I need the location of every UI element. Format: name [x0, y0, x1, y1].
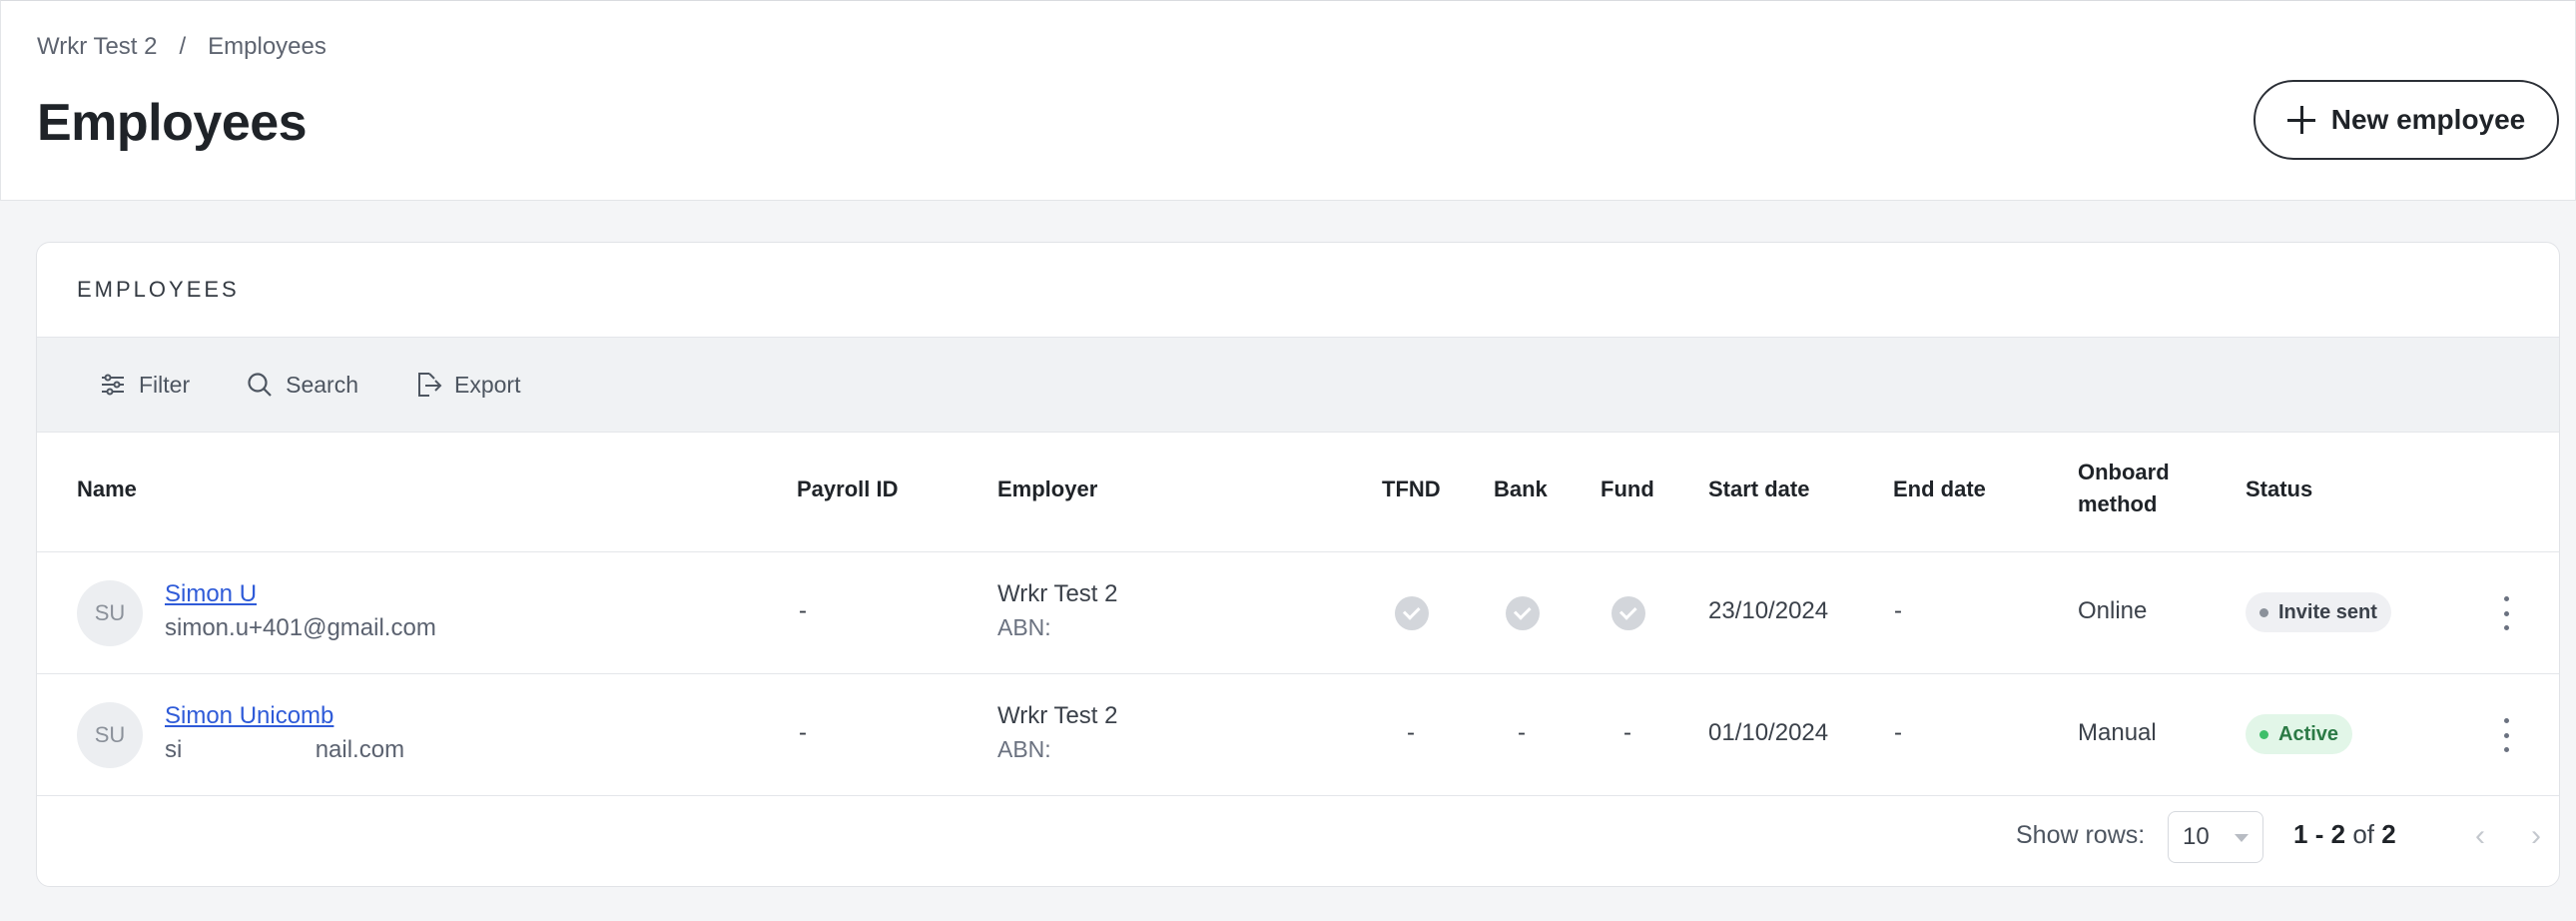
- pagination-range: 1 - 2 of 2: [2293, 819, 2396, 850]
- filter-button[interactable]: Filter: [99, 371, 190, 399]
- tfnd-value: -: [1407, 719, 1415, 746]
- column-employer[interactable]: Employer: [997, 473, 1097, 505]
- employees-card: EMPLOYEES Filter Search Export Name Payr…: [36, 242, 2560, 887]
- breadcrumb-parent[interactable]: Wrkr Test 2: [37, 33, 157, 61]
- table-row[interactable]: SU Simon Unicomb si nail.com - Wrkr Test…: [37, 674, 2559, 796]
- search-button[interactable]: Search: [246, 371, 358, 399]
- fund-check-icon: [1611, 596, 1645, 630]
- avatar: SU: [77, 580, 143, 646]
- breadcrumb-separator: /: [179, 33, 187, 60]
- onboard-method: Online: [2078, 597, 2148, 624]
- breadcrumb-current: Employees: [208, 33, 326, 60]
- range-dash: -: [2314, 819, 2324, 849]
- new-employee-label: New employee: [2330, 104, 2526, 135]
- column-onboard-line2: method: [2078, 491, 2158, 516]
- filter-label: Filter: [139, 371, 191, 398]
- column-end-date[interactable]: End date: [1893, 473, 1986, 505]
- employer-abn: ABN:: [997, 736, 1051, 762]
- employee-email: simon.u+401@gmail.com: [165, 614, 436, 641]
- range-total: 2: [2381, 819, 2396, 849]
- employee-name-link[interactable]: Simon Unicomb: [165, 702, 333, 730]
- status-badge: Active: [2246, 714, 2353, 754]
- employer-name: Wrkr Test 2: [997, 702, 1118, 729]
- page-title: Employees: [37, 94, 308, 152]
- bank-value: -: [1518, 719, 1526, 746]
- table-footer: Show rows: 10 1 - 2 of 2 ‹ ›: [37, 797, 2559, 886]
- show-rows-label: Show rows:: [2016, 821, 2146, 849]
- employer-name: Wrkr Test 2: [997, 580, 1118, 607]
- start-date: 01/10/2024: [1708, 719, 1829, 746]
- range-of: of: [2352, 819, 2374, 849]
- bank-check-icon: [1506, 596, 1540, 630]
- rows-per-page-value: 10: [2183, 823, 2210, 850]
- column-status[interactable]: Status: [2246, 473, 2312, 505]
- more-options-icon[interactable]: [2501, 718, 2511, 752]
- status-dot-icon: [2259, 607, 2268, 617]
- table-row[interactable]: SU Simon U simon.u+401@gmail.com - Wrkr …: [37, 552, 2559, 674]
- table-toolbar: Filter Search Export: [37, 337, 2559, 433]
- fund-value: -: [1623, 719, 1631, 746]
- column-payroll-id[interactable]: Payroll ID: [797, 473, 898, 505]
- plus-icon: [2286, 106, 2315, 134]
- export-icon: [418, 373, 442, 397]
- column-onboard-method[interactable]: Onboard method: [2078, 457, 2170, 520]
- employee-email: si nail.com: [165, 736, 405, 763]
- column-tfnd[interactable]: TFND: [1382, 473, 1441, 505]
- search-icon: [248, 373, 272, 397]
- tfnd-check-icon: [1395, 596, 1429, 630]
- payroll-id: -: [799, 719, 807, 746]
- payroll-id: -: [799, 597, 807, 624]
- status-badge: Invite sent: [2246, 592, 2391, 632]
- status-label: Invite sent: [2278, 600, 2377, 623]
- more-options-icon[interactable]: [2501, 596, 2511, 630]
- column-fund[interactable]: Fund: [1601, 473, 1654, 505]
- rows-per-page-select[interactable]: 10: [2168, 811, 2263, 863]
- column-bank[interactable]: Bank: [1494, 473, 1548, 505]
- column-start-date[interactable]: Start date: [1708, 473, 1809, 505]
- employer-abn: ABN:: [997, 614, 1051, 640]
- employee-name-link[interactable]: Simon U: [165, 580, 257, 608]
- end-date: -: [1894, 597, 1902, 624]
- breadcrumb: Wrkr Test 2 / Employees: [37, 33, 326, 61]
- chevron-left-icon[interactable]: ‹: [2465, 819, 2495, 852]
- end-date: -: [1894, 719, 1902, 746]
- card-title: EMPLOYEES: [77, 277, 240, 302]
- table-header: Name Payroll ID Employer TFND Bank Fund …: [37, 431, 2559, 552]
- range-start: 1: [2293, 819, 2308, 849]
- onboard-method: Manual: [2078, 719, 2157, 746]
- status-label: Active: [2278, 722, 2339, 745]
- page-header: Wrkr Test 2 / Employees Employees New em…: [0, 0, 2576, 201]
- status-dot-icon: [2259, 729, 2268, 739]
- avatar: SU: [77, 702, 143, 768]
- search-label: Search: [286, 371, 358, 398]
- export-label: Export: [454, 371, 521, 398]
- new-employee-button[interactable]: New employee: [2254, 80, 2559, 160]
- export-button[interactable]: Export: [414, 371, 520, 399]
- range-end: 2: [2330, 819, 2346, 849]
- start-date: 23/10/2024: [1708, 597, 1829, 624]
- filter-icon: [102, 374, 124, 396]
- column-onboard-line1: Onboard: [2078, 460, 2170, 484]
- chevron-right-icon[interactable]: ›: [2521, 819, 2551, 852]
- chevron-down-icon: [2235, 834, 2249, 842]
- column-name[interactable]: Name: [77, 473, 137, 505]
